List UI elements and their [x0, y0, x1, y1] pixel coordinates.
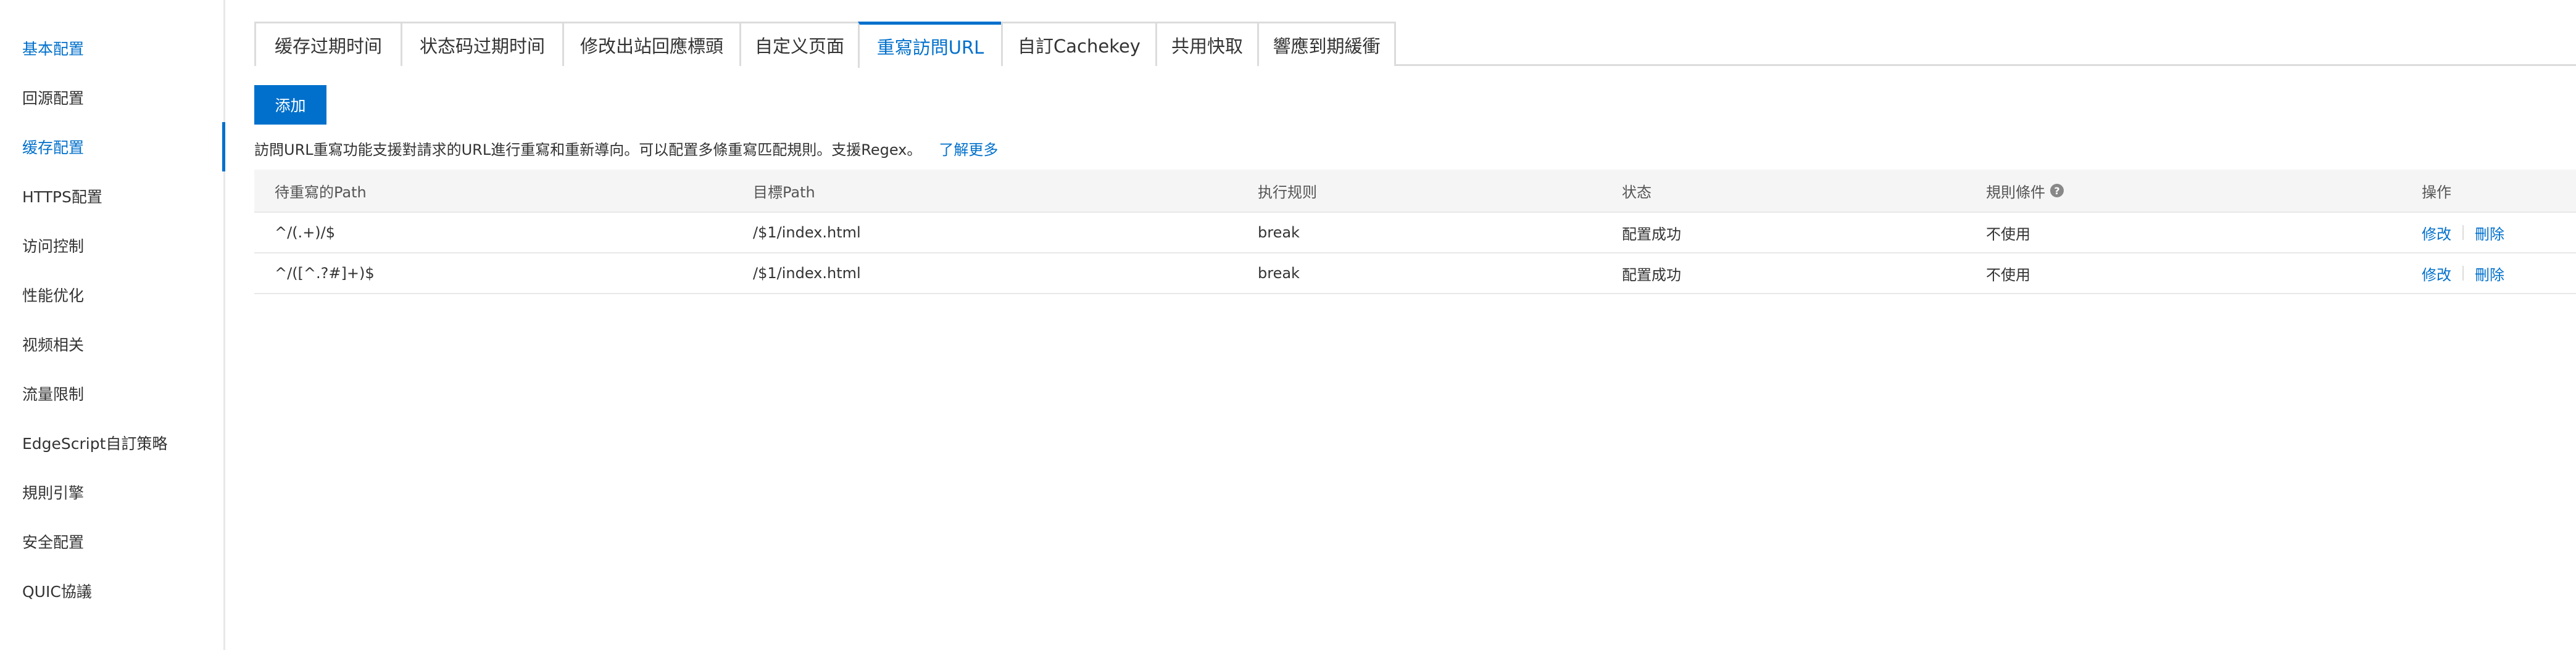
header-target-path: 目標Path — [753, 183, 815, 201]
sidebar-item-https[interactable]: HTTPS配置 — [22, 171, 223, 221]
description: 訪問URL重寫功能支援對請求的URL進行重寫和重新導向。可以配置多條重寫匹配規則… — [254, 137, 998, 159]
cell-rule: break — [1258, 224, 1300, 241]
tab-custom-cachekey[interactable]: 自訂Cachekey — [1001, 22, 1155, 66]
cell-actions: 修改 刪除 — [2422, 213, 2504, 252]
tab-bar: 缓存过期时间 状态码过期时间 修改出站回應標頭 自定义页面 重寫訪問URL 自訂… — [254, 22, 2576, 68]
header-condition: 規則條件 ? — [1986, 170, 2064, 212]
sidebar-item-origin[interactable]: 回源配置 — [22, 73, 223, 122]
help-icon[interactable]: ? — [2050, 184, 2064, 197]
cell-source-path: ^/([^.?#]+)$ — [275, 265, 375, 282]
tab-custom-page[interactable]: 自定义页面 — [739, 22, 858, 66]
delete-button[interactable]: 刪除 — [2475, 263, 2504, 284]
sidebar: 基本配置 回源配置 缓存配置 HTTPS配置 访问控制 性能优化 视频相关 流量… — [0, 0, 225, 650]
sidebar-item-performance[interactable]: 性能优化 — [22, 270, 223, 319]
sidebar-item-quic[interactable]: QUIC協議 — [22, 566, 223, 615]
tab-cache-expiry[interactable]: 缓存过期时间 — [254, 22, 401, 66]
tab-response-headers[interactable]: 修改出站回應標頭 — [562, 22, 739, 66]
sidebar-item-access-control[interactable]: 访问控制 — [22, 221, 223, 270]
action-divider — [2462, 225, 2464, 240]
sidebar-item-cache[interactable]: 缓存配置 — [22, 122, 225, 171]
sidebar-item-security[interactable]: 安全配置 — [22, 517, 223, 566]
rewrite-rules-table: 待重寫的Path 目標Path 执行规则 状态 規則條件 ? 操作 ^/(.+)… — [254, 170, 2576, 294]
sidebar-item-basic[interactable]: 基本配置 — [22, 23, 223, 73]
header-condition-label: 規則條件 — [1986, 183, 2045, 201]
cell-target-path: /$1/index.html — [753, 265, 861, 282]
table-row: ^/([^.?#]+)$ /$1/index.html break 配置成功 不… — [254, 253, 2576, 294]
description-text: 訪問URL重寫功能支援對請求的URL進行重寫和重新導向。可以配置多條重寫匹配規則… — [254, 141, 922, 158]
header-rule: 执行规则 — [1258, 183, 1317, 201]
tab-rewrite-url[interactable]: 重寫訪問URL — [858, 22, 1001, 68]
table-row: ^/(.+)/$ /$1/index.html break 配置成功 不使用 修… — [254, 213, 2576, 253]
action-divider — [2462, 266, 2464, 281]
cell-actions: 修改 刪除 — [2422, 253, 2504, 293]
cell-status: 配置成功 — [1622, 225, 1681, 243]
sidebar-item-video[interactable]: 视频相关 — [22, 319, 223, 369]
add-button[interactable]: 添加 — [254, 85, 326, 125]
cell-source-path: ^/(.+)/$ — [275, 224, 336, 241]
cell-condition: 不使用 — [1986, 225, 2030, 243]
edit-button[interactable]: 修改 — [2422, 222, 2451, 244]
edit-button[interactable]: 修改 — [2422, 263, 2451, 284]
header-status: 状态 — [1622, 183, 1652, 201]
cell-condition: 不使用 — [1986, 266, 2030, 284]
header-actions: 操作 — [2422, 183, 2451, 201]
delete-button[interactable]: 刪除 — [2475, 222, 2504, 244]
cell-target-path: /$1/index.html — [753, 224, 861, 241]
learn-more-link[interactable]: 了解更多 — [939, 138, 998, 159]
tab-status-code-expiry[interactable]: 状态码过期时间 — [401, 22, 562, 66]
header-source-path: 待重寫的Path — [275, 183, 367, 201]
cell-status: 配置成功 — [1622, 266, 1681, 284]
tab-shared-cache[interactable]: 共用快取 — [1155, 22, 1257, 66]
table-header: 待重寫的Path 目標Path 执行规则 状态 規則條件 ? 操作 — [254, 170, 2576, 213]
cell-rule: break — [1258, 265, 1300, 282]
sidebar-item-rules-engine[interactable]: 規則引擎 — [22, 467, 223, 517]
sidebar-item-rate-limit[interactable]: 流量限制 — [22, 369, 223, 418]
sidebar-item-edgescript[interactable]: EdgeScript自訂策略 — [22, 418, 223, 467]
tab-response-expiry-buffer[interactable]: 響應到期緩衝 — [1257, 22, 1396, 66]
